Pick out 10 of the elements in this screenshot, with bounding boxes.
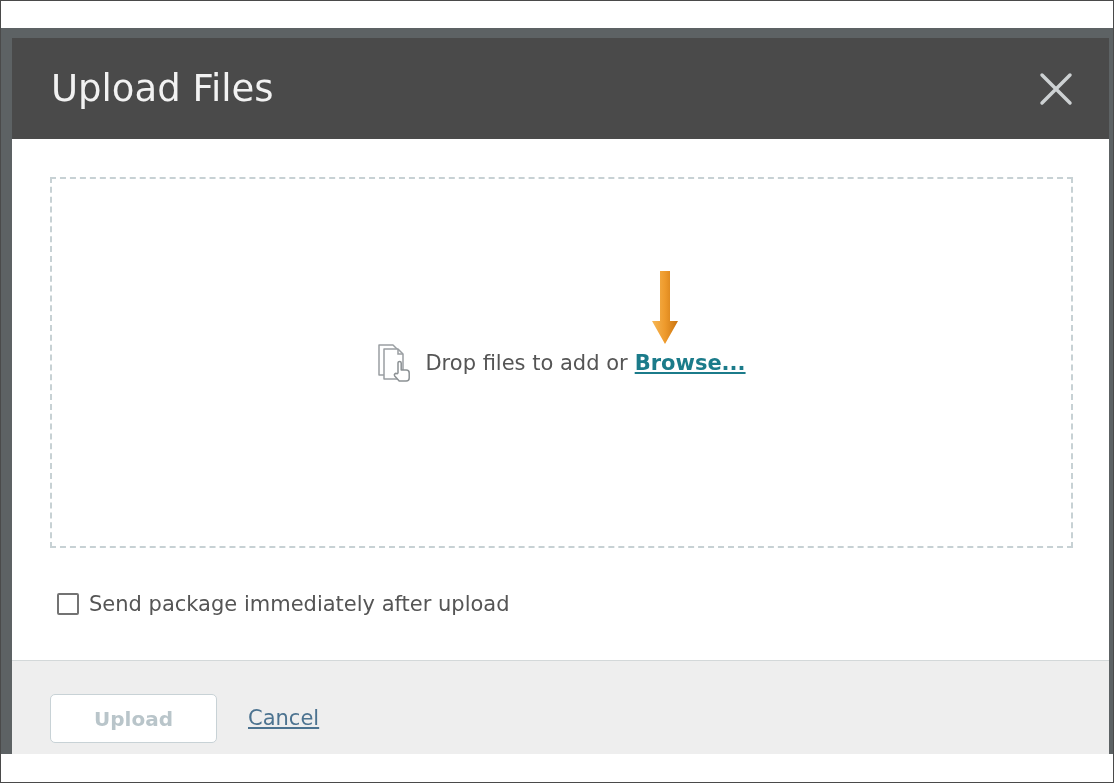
dialog-title: Upload Files xyxy=(51,67,274,110)
dialog-link[interactable]: Cancel xyxy=(248,694,320,743)
checkbox-label: Send package immediately after upload xyxy=(89,592,510,616)
close-icon xyxy=(1039,71,1073,106)
drop-zone[interactable]: Drop files to add or Browse... xyxy=(50,177,1073,548)
close-button[interactable] xyxy=(1039,71,1073,106)
browse-link[interactable]: Browse... xyxy=(634,350,746,375)
checkbox[interactable] xyxy=(57,593,79,615)
down-arrow-icon xyxy=(650,270,679,345)
drop-hint-text: Drop files to add or xyxy=(425,350,628,375)
